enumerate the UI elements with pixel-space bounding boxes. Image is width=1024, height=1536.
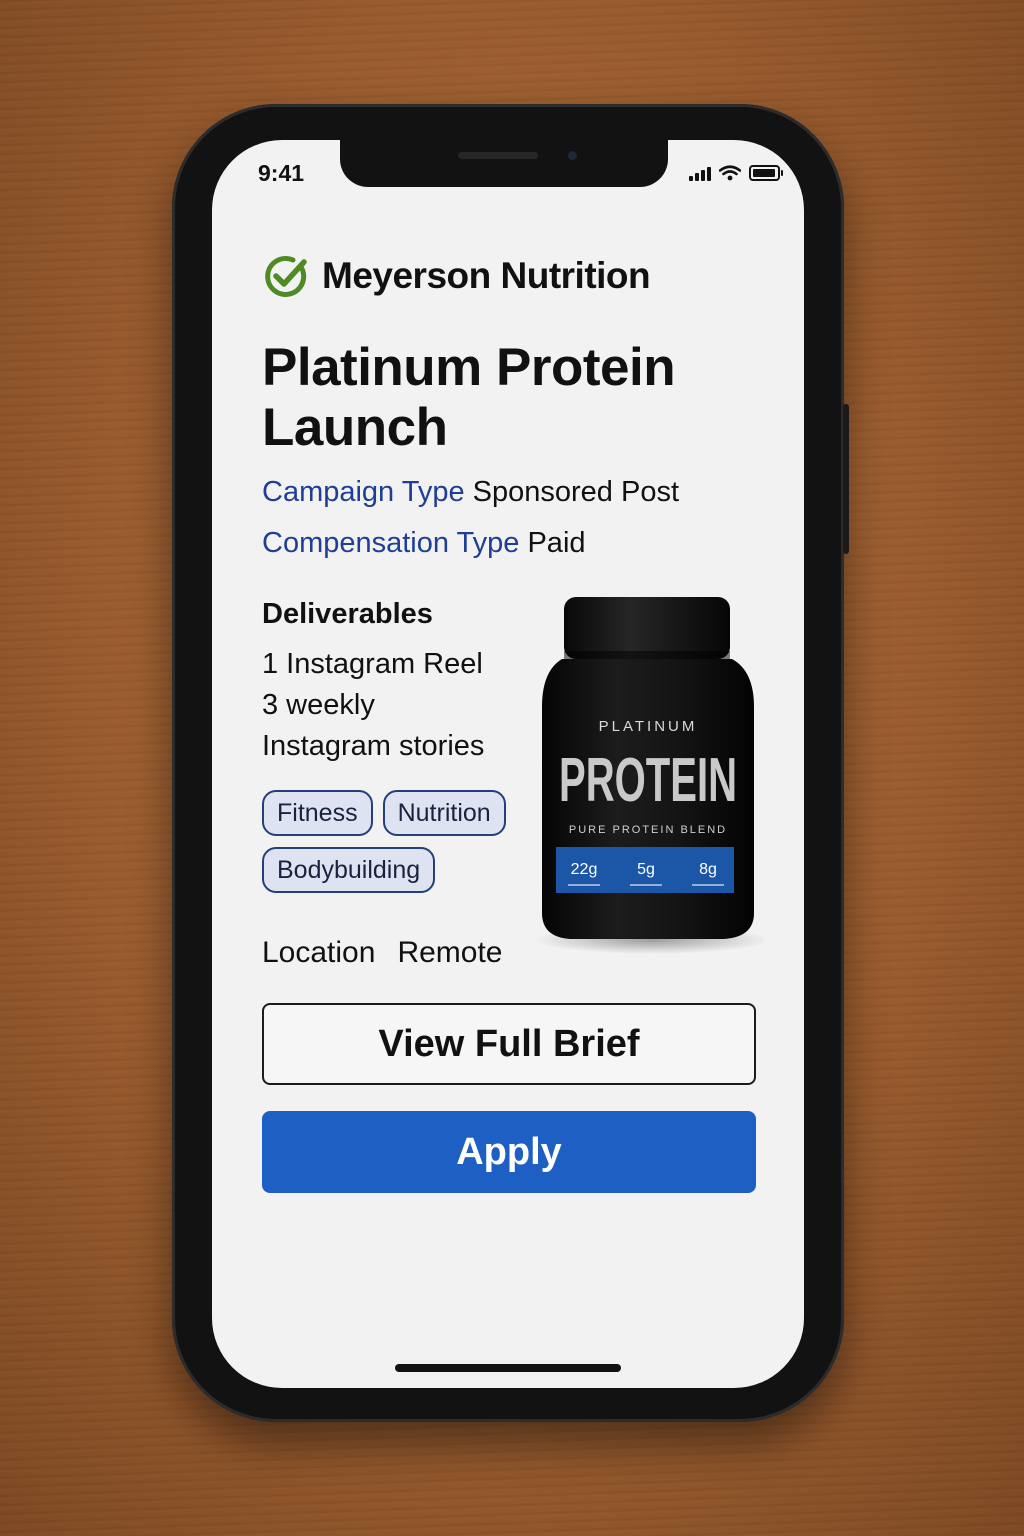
protein-tub-image: PLATINUM PROTEIN PURE PROTEIN BLEND 22g … (534, 597, 764, 954)
brand-name[interactable]: Meyerson Nutrition (322, 255, 651, 297)
apply-button[interactable]: Apply (262, 1111, 756, 1193)
location-label: Location (262, 936, 376, 969)
deliverables-list: 1 Instagram Reel 3 weekly Instagram stor… (262, 644, 532, 767)
campaign-type-label: Campaign Type (262, 476, 465, 508)
compensation-type-label: Compensation Type (262, 527, 520, 559)
product-stat: 5g (637, 861, 655, 878)
battery-icon (749, 165, 783, 181)
cellular-signal-icon (689, 165, 711, 181)
product-name: PROTEIN (559, 746, 737, 815)
side-button (843, 404, 849, 554)
location-value: Remote (397, 936, 503, 969)
campaign-type-row: Campaign Type Sponsored Post (262, 476, 679, 509)
deliverables-heading: Deliverables (262, 598, 433, 630)
product-stat: 8g (699, 861, 717, 878)
notch (340, 140, 668, 187)
home-indicator[interactable] (395, 1364, 621, 1372)
product-tagline: PURE PROTEIN BLEND (569, 824, 727, 836)
location-row: Location Remote (262, 936, 502, 970)
campaign-title: Platinum Protein Launch (262, 338, 676, 457)
tag-fitness[interactable]: Fitness (262, 790, 373, 836)
front-camera (568, 151, 577, 160)
brand-header: Meyerson Nutrition (262, 252, 651, 300)
tag-bodybuilding[interactable]: Bodybuilding (262, 847, 436, 893)
speaker-grille (458, 152, 538, 159)
deliverable-item: 3 weekly (262, 689, 375, 721)
wifi-icon (719, 165, 741, 181)
compensation-type-value: Paid (527, 527, 586, 559)
phone-screen: 9:41 Meyerson Nutrition Platinum Protein… (212, 140, 804, 1388)
status-time: 9:41 (258, 160, 305, 186)
product-stat: 22g (571, 861, 598, 878)
deliverable-item: Instagram stories (262, 730, 485, 762)
verified-check-icon (265, 255, 307, 297)
tag-nutrition[interactable]: Nutrition (382, 790, 506, 836)
deliverable-item: 1 Instagram Reel (262, 648, 483, 680)
product-brand-line: PLATINUM (599, 718, 698, 735)
compensation-type-row: Compensation Type Paid (262, 527, 586, 560)
category-tags: Fitness Nutrition Bodybuilding (262, 790, 542, 893)
campaign-type-value: Sponsored Post (472, 476, 680, 508)
view-full-brief-button[interactable]: View Full Brief (262, 1003, 756, 1085)
status-icons (689, 162, 783, 184)
